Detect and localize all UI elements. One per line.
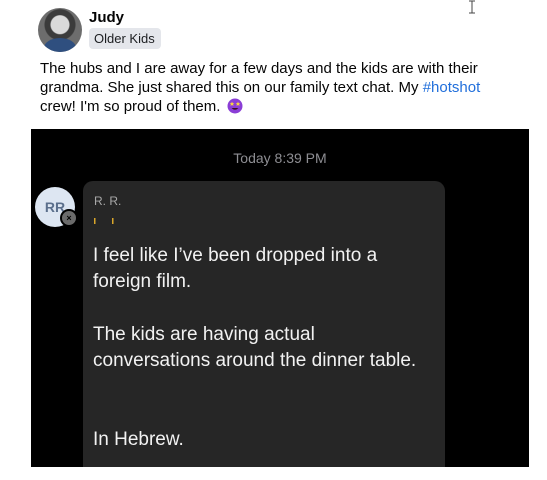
post-text: The hubs and I are away for a few days a… [40, 59, 520, 116]
post-text-body: The hubs and I are away for a few days a… [40, 60, 478, 96]
post-text-end: crew! I'm so proud of them. [40, 98, 221, 115]
message-bubble: R. R. I feel like I’ve been dropped into… [83, 181, 445, 467]
author-name[interactable]: Judy [89, 9, 124, 26]
post-header: Judy Older Kids [38, 8, 518, 52]
sender-name: R. R. [94, 194, 122, 208]
message-paragraph: I feel like I’ve been dropped into a for… [93, 245, 378, 292]
reaction-marks-icon [94, 218, 114, 224]
close-badge-icon: × [60, 209, 78, 227]
group-badge[interactable]: Older Kids [89, 28, 161, 49]
chat-timestamp: Today 8:39 PM [233, 150, 327, 166]
author-avatar[interactable] [38, 8, 82, 52]
hashtag-link[interactable]: #hotshot [423, 79, 481, 96]
star-struck-emoji-icon [227, 98, 243, 114]
chat-screenshot: Today 8:39 PM RR × R. R. I feel like I’v… [31, 129, 529, 467]
text-cursor-icon [469, 0, 475, 14]
message-paragraph: The kids are having actual conversations… [93, 324, 417, 371]
message-paragraph: In Hebrew. [93, 429, 184, 450]
